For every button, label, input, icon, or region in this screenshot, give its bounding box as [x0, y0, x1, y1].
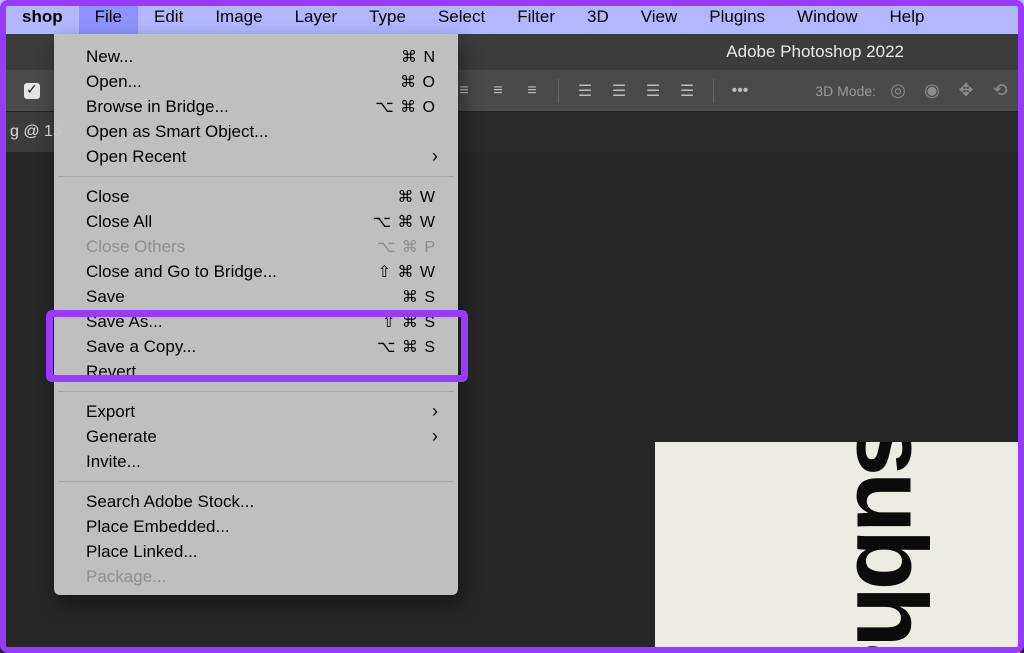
menu-save[interactable]: Save⌘ S — [54, 284, 458, 309]
menubar-file[interactable]: File — [79, 0, 138, 34]
menu-save-as[interactable]: Save As...⇧ ⌘ S — [54, 309, 458, 334]
align-right-icon[interactable]: ≡ — [518, 77, 546, 105]
menu-save-a-copy[interactable]: Save a Copy...⌥ ⌘ S — [54, 334, 458, 359]
menu-open-smart-object[interactable]: Open as Smart Object... — [54, 119, 458, 144]
distribute-icon[interactable]: ☰ — [673, 77, 701, 105]
chevron-right-icon: › — [432, 401, 438, 422]
menu-export[interactable]: Export› — [54, 399, 458, 424]
more-icon[interactable]: ••• — [726, 77, 754, 105]
menu-close-all[interactable]: Close All⌥ ⌘ W — [54, 209, 458, 234]
slide-3d-icon[interactable]: ⟲ — [988, 79, 1012, 103]
file-menu-dropdown: New...⌘ N Open...⌘ O Browse in Bridge...… — [54, 34, 458, 595]
separator — [713, 79, 714, 103]
menubar-window[interactable]: Window — [781, 0, 873, 34]
menu-search-stock[interactable]: Search Adobe Stock... — [54, 489, 458, 514]
align-center-h-icon[interactable]: ≡ — [484, 77, 512, 105]
menu-new[interactable]: New...⌘ N — [54, 44, 458, 69]
menu-browse-bridge[interactable]: Browse in Bridge...⌥ ⌘ O — [54, 94, 458, 119]
rotate-3d-icon[interactable]: ◉ — [920, 79, 944, 103]
menu-place-linked[interactable]: Place Linked... — [54, 539, 458, 564]
options-right: 3D Mode: ◎ ◉ ✥ ⟲ — [815, 79, 1012, 103]
auto-select-checkbox[interactable] — [24, 83, 40, 99]
menu-package: Package... — [54, 564, 458, 589]
menubar-3d[interactable]: 3D — [571, 0, 625, 34]
chevron-right-icon: › — [432, 426, 438, 447]
menubar-app[interactable]: shop — [6, 0, 79, 34]
menubar-type[interactable]: Type — [353, 0, 422, 34]
document-canvas[interactable]: subhai — [655, 442, 1020, 653]
chevron-right-icon: › — [432, 146, 438, 167]
align-center-v-icon[interactable]: ☰ — [605, 77, 633, 105]
menubar-filter[interactable]: Filter — [501, 0, 571, 34]
document-text: subhai — [833, 442, 948, 653]
menu-close-go-bridge[interactable]: Close and Go to Bridge...⇧ ⌘ W — [54, 259, 458, 284]
menu-close[interactable]: Close⌘ W — [54, 184, 458, 209]
menubar-edit[interactable]: Edit — [138, 0, 199, 34]
menubar-image[interactable]: Image — [199, 0, 278, 34]
align-icons: ≡ ≡ ≡ ☰ ☰ ☰ ☰ ••• — [450, 77, 754, 105]
menu-place-embedded[interactable]: Place Embedded... — [54, 514, 458, 539]
app-title: Adobe Photoshop 2022 — [726, 42, 904, 62]
mac-menubar: shop File Edit Image Layer Type Select F… — [0, 0, 1024, 34]
menu-open-recent[interactable]: Open Recent› — [54, 144, 458, 169]
menu-invite[interactable]: Invite... — [54, 449, 458, 474]
menubar-help[interactable]: Help — [874, 0, 941, 34]
menu-generate[interactable]: Generate› — [54, 424, 458, 449]
menubar-view[interactable]: View — [625, 0, 694, 34]
menu-close-others: Close Others⌥ ⌘ P — [54, 234, 458, 259]
menu-open[interactable]: Open...⌘ O — [54, 69, 458, 94]
move-3d-icon[interactable]: ✥ — [954, 79, 978, 103]
menu-revert[interactable]: Revert — [54, 359, 458, 384]
orbit-3d-icon[interactable]: ◎ — [886, 79, 910, 103]
menubar-select[interactable]: Select — [422, 0, 501, 34]
align-top-icon[interactable]: ☰ — [571, 77, 599, 105]
separator — [558, 79, 559, 103]
3d-mode-label: 3D Mode: — [815, 83, 876, 99]
align-bottom-icon[interactable]: ☰ — [639, 77, 667, 105]
menubar-layer[interactable]: Layer — [279, 0, 354, 34]
menubar-plugins[interactable]: Plugins — [693, 0, 781, 34]
